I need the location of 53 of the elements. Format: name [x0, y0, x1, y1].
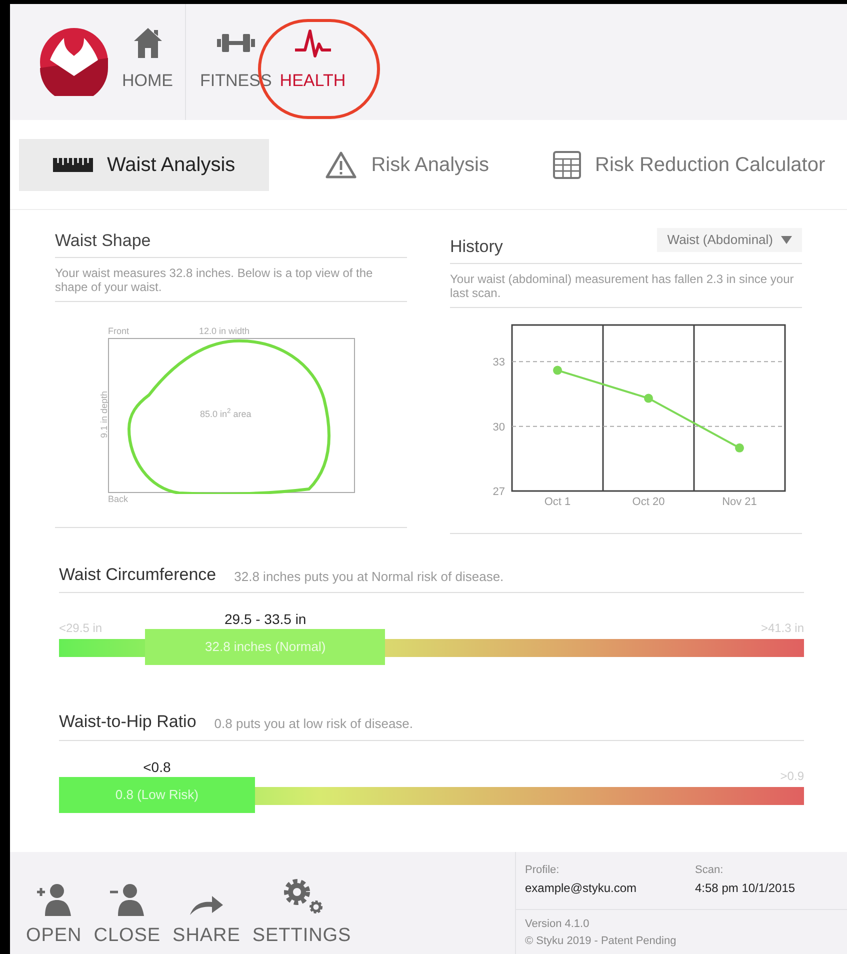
tab[interactable]: Risk Analysis	[313, 138, 501, 190]
gauge-marker: 32.8 inches (Normal)	[145, 629, 386, 665]
section-description: Your waist (abdominal) measurement has fallen 2.3 in since your last scan.	[450, 264, 802, 308]
dropdown[interactable]: Waist (Abdominal)	[657, 228, 802, 252]
shape-label: 85.0 in$^{2}$ area	[200, 410, 252, 418]
heartbeat-icon	[294, 27, 332, 59]
caret-icon	[781, 236, 792, 244]
range-label: 29.5 - 33.5 in	[224, 610, 306, 629]
dumbbell-icon	[216, 32, 255, 54]
tab[interactable]: Risk Reduction Calculator	[541, 138, 838, 190]
data-point	[735, 442, 744, 452]
info-value: 4:58 pm 10/1/2015	[695, 880, 796, 896]
y-tick-label: 30	[492, 420, 505, 433]
section-title: History	[450, 236, 503, 258]
gauge-summary: 32.8 inches puts you at Normal risk of disease.	[234, 568, 504, 586]
range-label: <0.8	[143, 758, 171, 776]
info-label: Scan:	[695, 863, 724, 878]
gauge-title: Waist-to-Hip Ratio	[59, 711, 196, 733]
remove-user-icon	[108, 882, 146, 916]
nav-tab[interactable]: HOME	[122, 4, 173, 120]
toolbar-button[interactable]: SHARE	[172, 876, 240, 954]
toolbar-button[interactable]: CLOSE	[94, 876, 161, 954]
curved-arrow-icon	[188, 894, 224, 916]
y-tick-label: 27	[492, 486, 505, 498]
data-point	[553, 365, 562, 374]
add-user-icon	[34, 882, 73, 916]
x-tick-label: Oct 20	[632, 496, 665, 508]
ruler-icon	[53, 158, 93, 172]
y-tick-label: 33	[492, 356, 505, 368]
x-tick-label: Oct 1	[544, 496, 571, 508]
toolbar-button[interactable]: SETTINGS	[252, 876, 352, 954]
house-icon	[132, 27, 162, 59]
info-value: example@styku.com	[525, 880, 638, 896]
data-point	[644, 393, 653, 402]
shape-label: 12.0 in width	[199, 326, 250, 336]
nav-tab[interactable]: HEALTH	[280, 4, 346, 120]
x-tick-label: Nov 21	[722, 496, 757, 508]
info-label: Profile:	[525, 863, 560, 878]
section-description: Your waist measures 32.8 inches. Below is a top view of the shape of your waist.	[55, 258, 407, 302]
version-text: Version 4.1.0	[525, 917, 590, 932]
logo-icon	[40, 28, 108, 96]
warning-icon	[325, 150, 358, 178]
toolbar-button[interactable]: OPEN	[26, 876, 82, 954]
table-icon	[553, 150, 581, 178]
copyright-text: © Styku 2019 - Patent Pending	[525, 934, 678, 948]
section-title: Waist Shape	[55, 228, 407, 258]
gauge-title: Waist Circumference	[59, 564, 216, 586]
shape-label: Back	[108, 494, 128, 504]
gauge-summary: 0.8 puts you at low risk of disease.	[214, 715, 414, 733]
shape-label: Front	[108, 326, 130, 336]
tab[interactable]: Waist Analysis	[19, 138, 270, 190]
gauge-marker: 0.8 (Low Risk)	[59, 776, 255, 812]
shape-label: 9.1 in depth	[100, 390, 110, 438]
